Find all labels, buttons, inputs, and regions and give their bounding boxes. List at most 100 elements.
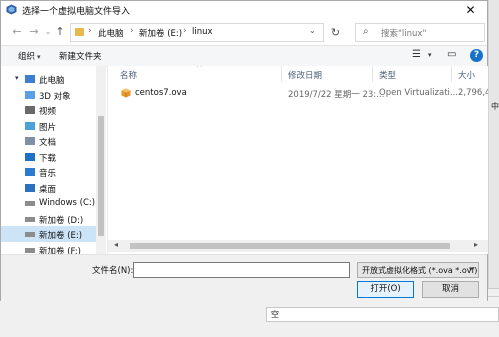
column-divider[interactable] bbox=[451, 66, 452, 82]
file-modified: 2019/7/22 星期一 23:... bbox=[288, 90, 385, 100]
view-options-icon[interactable]: ☰ bbox=[412, 49, 421, 60]
forward-button[interactable]: → bbox=[27, 25, 41, 39]
expand-chevron-icon[interactable]: ▾ bbox=[15, 74, 19, 82]
sidebar-item[interactable]: 新加卷 (D:) bbox=[1, 211, 96, 227]
column-header-name[interactable]: 名称 bbox=[120, 69, 137, 81]
file-name: centos7.ova bbox=[135, 88, 187, 98]
background-peek-text: 中 bbox=[491, 102, 499, 111]
drive-icon bbox=[25, 247, 35, 253]
drive-icon bbox=[25, 232, 35, 237]
navigation-pane: ▾ 此电脑 3D 对象视频图片文档下载音乐桌面 Windows (C:) 新加卷 (D:… bbox=[1, 66, 106, 254]
background-scrollbar[interactable] bbox=[488, 0, 499, 300]
breadcrumb-this-pc[interactable]: 此电脑 bbox=[98, 27, 124, 39]
cancel-button[interactable]: 取消 bbox=[422, 281, 479, 298]
sidebar-item[interactable]: 新加卷 (F:) bbox=[1, 242, 96, 255]
navigation-bar: ← → ⌄ ↑ › 此电脑 › 新加卷 (E:) › linux ⌄ ↻ ⌕ 搜… bbox=[1, 21, 487, 45]
sidebar-item[interactable]: Windows (C:) bbox=[1, 195, 96, 211]
3d-objects-icon bbox=[25, 90, 35, 99]
dialog-footer: 文件名(N): ▾ 开放式虚拟化格式 (*.ova *.ovf) ▾ 打开(O)… bbox=[1, 254, 487, 302]
sidebar-scrollbar[interactable] bbox=[96, 66, 106, 254]
column-header-modified[interactable]: 修改日期 bbox=[288, 69, 322, 81]
filename-label: 文件名(N): bbox=[92, 266, 134, 276]
address-bar[interactable]: › 此电脑 › 新加卷 (E:) › linux ⌄ bbox=[70, 23, 324, 42]
chevron-down-icon: ▾ bbox=[37, 53, 41, 61]
sidebar-item[interactable]: 图片 bbox=[1, 118, 96, 134]
computer-icon bbox=[25, 75, 35, 83]
sidebar-item-label: 此电脑 bbox=[39, 76, 65, 86]
scroll-left-icon[interactable]: ◂ bbox=[114, 240, 118, 249]
sidebar-item-label: 视频 bbox=[39, 107, 57, 117]
breadcrumb-separator: › bbox=[130, 26, 134, 36]
view-dropdown-icon[interactable]: ▾ bbox=[428, 51, 432, 59]
breadcrumb-separator: › bbox=[88, 26, 92, 36]
sidebar-item-label: 3D 对象 bbox=[39, 91, 71, 102]
sidebar-item-label: 新加卷 (F:) bbox=[39, 246, 81, 255]
sidebar-item-label: 新加卷 (E:) bbox=[39, 231, 83, 241]
dialog-title: 选择一个虚拟电脑文件导入 bbox=[22, 7, 131, 17]
refresh-icon[interactable]: ↻ bbox=[328, 24, 343, 41]
desktop-icon bbox=[25, 183, 35, 192]
command-bar: 组织 ▾ 新建文件夹 ☰ ▾ ▭ ? bbox=[1, 45, 487, 67]
sidebar-item-label: 新加卷 (D:) bbox=[39, 215, 84, 226]
open-button[interactable]: 打开(O) bbox=[357, 281, 414, 298]
music-icon bbox=[25, 168, 35, 176]
organize-menu[interactable]: 组织 ▾ bbox=[18, 50, 41, 62]
sidebar-scroll-thumb[interactable] bbox=[98, 116, 104, 236]
background-field-text: 空 bbox=[271, 310, 279, 319]
horizontal-scrollbar[interactable]: ◂ ▸ bbox=[108, 240, 488, 252]
drive-icon bbox=[25, 201, 35, 206]
breadcrumb-linux[interactable]: linux bbox=[192, 27, 213, 37]
sidebar-item[interactable]: 桌面 bbox=[1, 180, 96, 196]
sidebar-item-label: 下载 bbox=[39, 153, 57, 164]
column-header-size[interactable]: 大小 bbox=[458, 69, 475, 81]
pictures-icon bbox=[25, 121, 35, 130]
filename-input[interactable]: ▾ bbox=[133, 262, 475, 278]
sidebar-item-label: Windows (C:) bbox=[39, 198, 96, 208]
virtualbox-app-icon bbox=[6, 4, 17, 15]
breadcrumb-separator: › bbox=[183, 26, 187, 36]
search-icon: ⌕ bbox=[363, 26, 369, 37]
back-button[interactable]: ← bbox=[10, 25, 24, 39]
video-icon bbox=[25, 106, 35, 114]
sidebar-item-label: 图片 bbox=[39, 122, 57, 133]
sidebar-item[interactable]: 下载 bbox=[1, 149, 96, 165]
horizontal-scroll-thumb[interactable] bbox=[130, 243, 450, 249]
search-placeholder: 搜索"linux" bbox=[381, 29, 427, 39]
file-type-value: 开放式虚拟化格式 (*.ova *.ovf) bbox=[362, 266, 478, 275]
file-open-dialog: 选择一个虚拟电脑文件导入 ✕ ← → ⌄ ↑ › 此电脑 › 新加卷 (E:) … bbox=[0, 0, 488, 302]
ova-package-icon bbox=[121, 88, 131, 98]
documents-icon bbox=[25, 137, 35, 145]
column-header-type[interactable]: 类型 bbox=[379, 69, 396, 81]
column-divider[interactable] bbox=[281, 66, 282, 82]
downloads-icon bbox=[25, 152, 35, 161]
file-type: Open Virtualizati... bbox=[379, 88, 459, 98]
title-bar[interactable]: 选择一个虚拟电脑文件导入 ✕ bbox=[1, 1, 487, 19]
help-icon[interactable]: ? bbox=[470, 49, 483, 62]
sidebar-item-label: 桌面 bbox=[39, 184, 57, 195]
file-size: 2,796,43 bbox=[458, 88, 488, 98]
file-type-select[interactable]: 开放式虚拟化格式 (*.ova *.ovf) ▾ bbox=[357, 262, 479, 278]
chevron-down-icon: ▾ bbox=[469, 265, 473, 273]
organize-label: 组织 bbox=[18, 52, 36, 62]
search-box[interactable]: ⌕ 搜索"linux" bbox=[355, 23, 485, 42]
sidebar-item[interactable]: ▾ 此电脑 bbox=[1, 71, 96, 87]
sidebar-item[interactable]: 视频 bbox=[1, 102, 96, 118]
breadcrumb-drive-e[interactable]: 新加卷 (E:) bbox=[139, 27, 182, 39]
preview-pane-icon[interactable]: ▭ bbox=[447, 49, 456, 60]
sidebar-item-label: 文档 bbox=[39, 138, 57, 148]
sort-ascending-icon: ^ bbox=[196, 66, 203, 72]
sidebar-item[interactable]: 文档 bbox=[1, 133, 96, 149]
new-folder-button[interactable]: 新建文件夹 bbox=[59, 50, 102, 62]
scroll-right-icon[interactable]: ▸ bbox=[474, 240, 478, 249]
background-text-field[interactable]: 空 bbox=[266, 307, 499, 322]
file-list: ^ 名称 修改日期 类型 大小 centos7.ova 2019/7/22 星期… bbox=[107, 66, 488, 254]
address-dropdown-icon[interactable]: ⌄ bbox=[309, 26, 316, 35]
sidebar-item[interactable]: 3D 对象 bbox=[1, 87, 96, 103]
up-button[interactable]: ↑ bbox=[53, 25, 67, 39]
sidebar-item[interactable]: 音乐 bbox=[1, 164, 96, 180]
close-button[interactable]: ✕ bbox=[454, 1, 487, 19]
sidebar-item[interactable]: 新加卷 (E:) bbox=[1, 226, 96, 242]
sidebar-item-label: 音乐 bbox=[39, 169, 57, 179]
file-row[interactable]: centos7.ova 2019/7/22 星期一 23:... Open Vi… bbox=[108, 85, 488, 102]
column-divider[interactable] bbox=[372, 66, 373, 82]
